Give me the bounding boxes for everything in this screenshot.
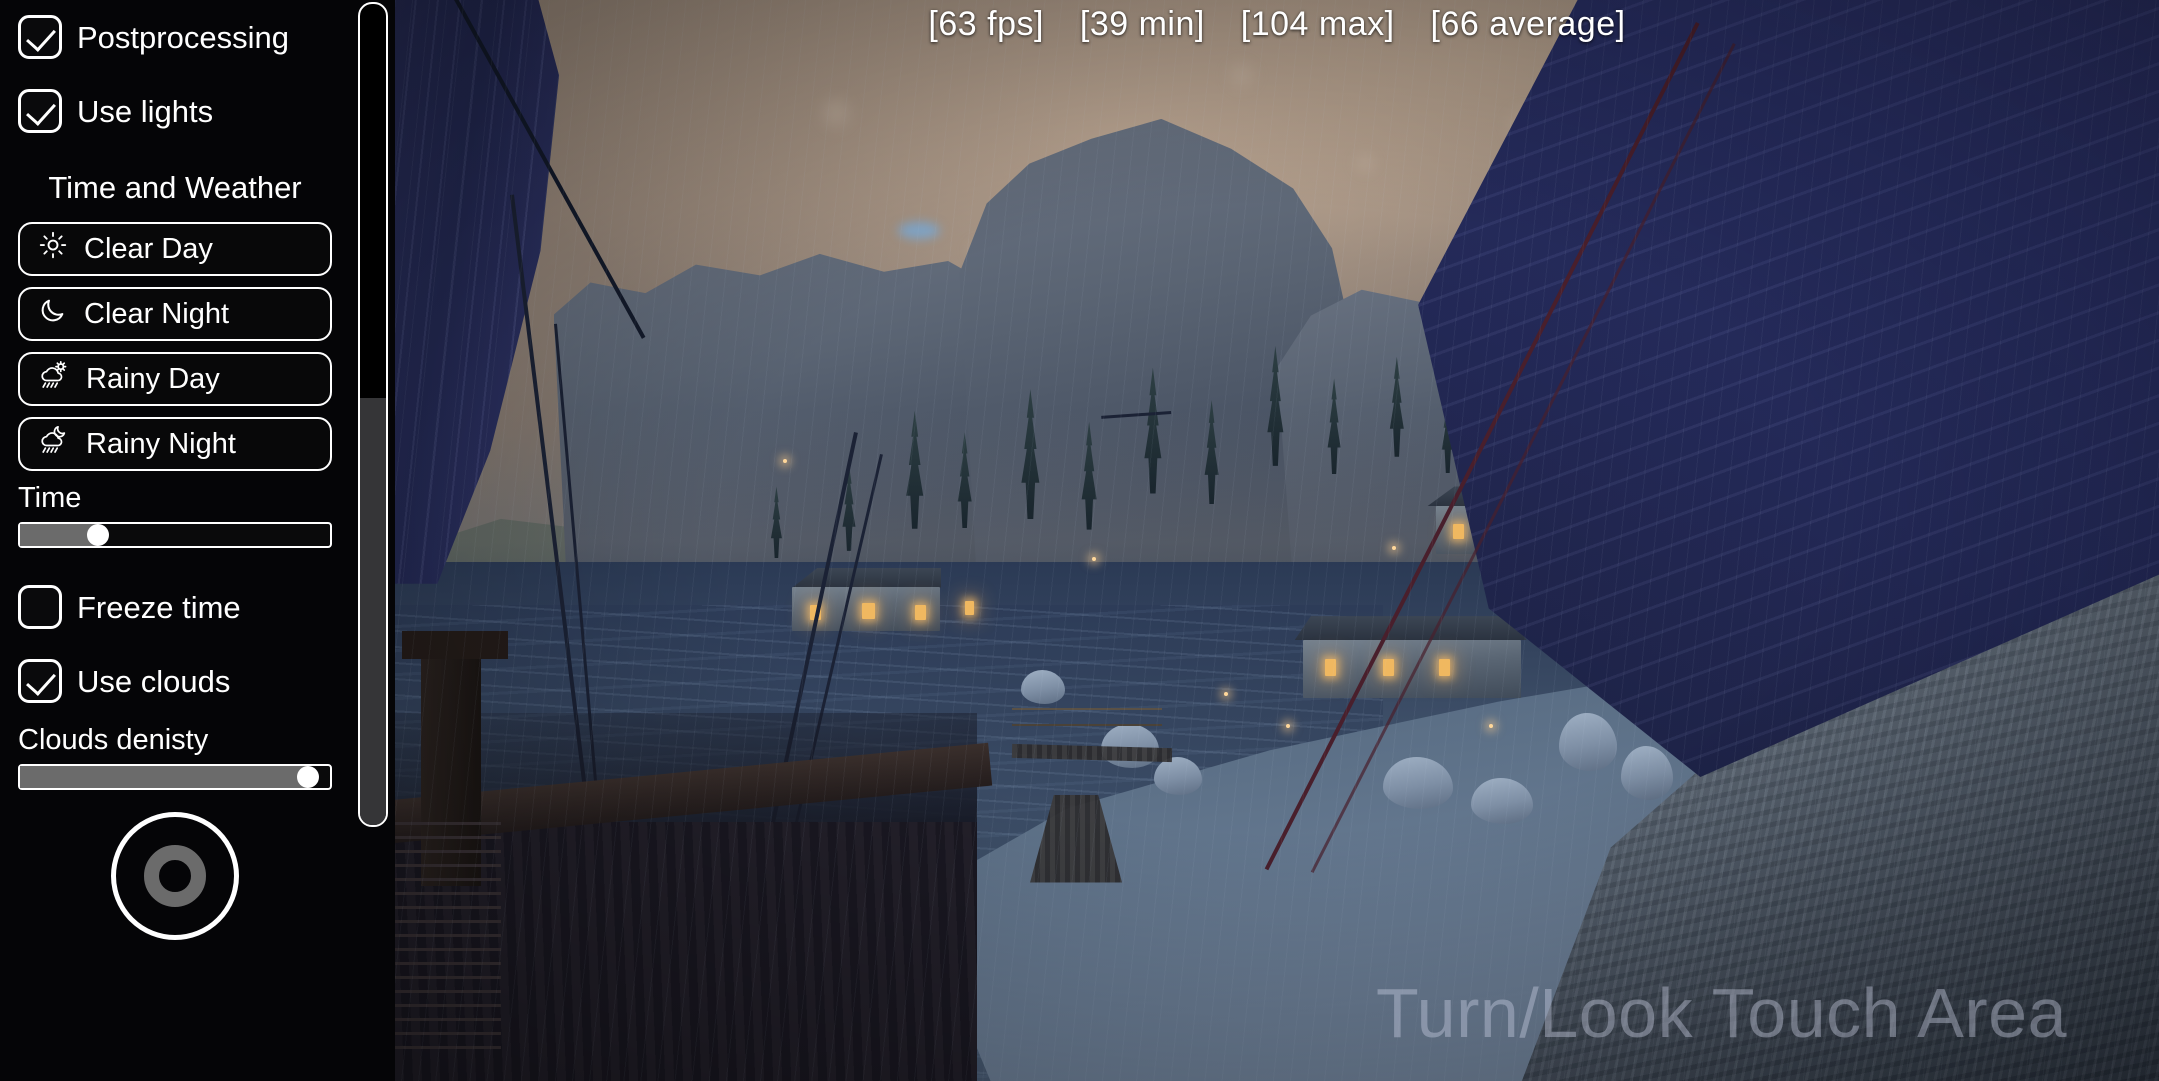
use-clouds-toggle-row[interactable]: Use clouds [18,644,332,718]
game-viewport[interactable] [395,0,2159,1081]
rainy-day-label: Rainy Day [86,362,220,395]
clear-night-button[interactable]: Clear Night [18,287,332,341]
turn-look-touch-area-label[interactable]: Turn/Look Touch Area [1376,973,2067,1053]
fps-current: [63 fps] [928,5,1044,43]
clouds-density-slider[interactable] [18,764,332,790]
time-slider-knob[interactable] [86,524,109,546]
use-clouds-label: Use clouds [77,663,231,699]
use-lights-label: Use lights [77,93,214,129]
movement-joystick[interactable] [111,812,239,940]
freeze-time-toggle-row[interactable]: Freeze time [18,570,332,644]
time-slider[interactable] [18,522,332,548]
postprocessing-toggle-row[interactable]: Postprocessing [18,0,332,74]
joystick-thumb[interactable] [144,845,206,907]
sun-icon [38,230,68,268]
settings-scrollbar[interactable] [358,2,388,827]
rainy-day-button[interactable]: Rainy Day [18,352,332,406]
rainy-night-label: Rainy Night [86,427,236,460]
clouds-density-slider-knob[interactable] [297,766,320,788]
clear-day-button[interactable]: Clear Day [18,222,332,276]
fps-stats-bar: [63 fps] [39 min] [104 max] [66 average] [395,0,2159,44]
time-slider-label: Time [18,482,82,514]
use-lights-toggle-row[interactable]: Use lights [18,74,332,148]
clouds-density-slider-label: Clouds denisty [18,724,209,756]
clear-day-label: Clear Day [84,232,213,265]
settings-panel-content: Postprocessing Use lights Time and Weath… [0,0,350,940]
rainy-night-button[interactable]: Rainy Night [18,417,332,471]
use-lights-checkbox[interactable] [18,89,62,133]
freeze-time-checkbox[interactable] [18,585,62,629]
clouds-density-slider-fill [20,766,309,788]
postprocessing-checkbox[interactable] [18,15,62,59]
cloud-moon-rain-icon [38,425,70,463]
fps-min: [39 min] [1079,5,1205,43]
postprocessing-label: Postprocessing [77,19,289,55]
clear-night-label: Clear Night [84,297,230,330]
fps-max: [104 max] [1240,5,1395,43]
settings-scrollbar-thumb[interactable] [360,398,386,825]
fps-average: [66 average] [1430,5,1626,43]
use-clouds-checkbox[interactable] [18,659,62,703]
game-screen: [63 fps] [39 min] [104 max] [66 average]… [0,0,2159,1081]
vignette-overlay [395,0,2159,1081]
settings-panel: Postprocessing Use lights Time and Weath… [0,0,395,1081]
time-and-weather-heading: Time and Weather [48,170,302,205]
moon-icon [38,295,68,333]
cloud-sun-rain-icon [38,360,70,398]
freeze-time-label: Freeze time [77,589,241,625]
